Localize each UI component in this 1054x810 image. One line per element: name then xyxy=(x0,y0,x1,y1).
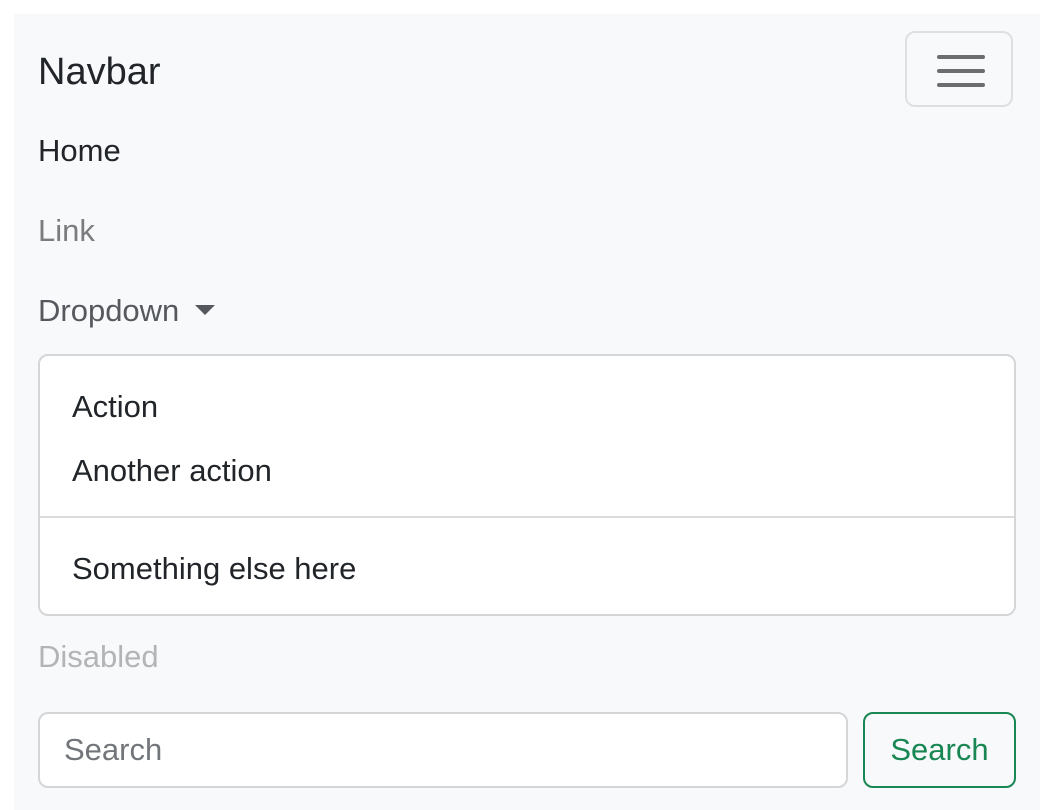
dropdown-divider xyxy=(40,516,1014,518)
navbar-toggler-button[interactable] xyxy=(905,31,1013,107)
caret-down-icon xyxy=(195,304,216,315)
navbar-brand[interactable]: Navbar xyxy=(38,50,161,94)
dropdown-item-action[interactable]: Action xyxy=(72,387,158,427)
nav-link-link[interactable]: Link xyxy=(38,211,95,251)
nav-link-home[interactable]: Home xyxy=(38,131,121,171)
navbar: Navbar Home Link Dropdown Action Another… xyxy=(14,14,1040,810)
search-input[interactable] xyxy=(38,712,848,788)
nav-dropdown-toggle[interactable]: Dropdown xyxy=(38,291,216,331)
dropdown-menu: Action Another action Something else her… xyxy=(38,354,1016,616)
nav-dropdown-label: Dropdown xyxy=(38,293,180,328)
dropdown-item-another-action[interactable]: Another action xyxy=(72,451,272,491)
search-button[interactable]: Search xyxy=(863,712,1016,788)
nav-link-disabled: Disabled xyxy=(38,639,159,674)
dropdown-item-something-else[interactable]: Something else here xyxy=(72,549,356,589)
